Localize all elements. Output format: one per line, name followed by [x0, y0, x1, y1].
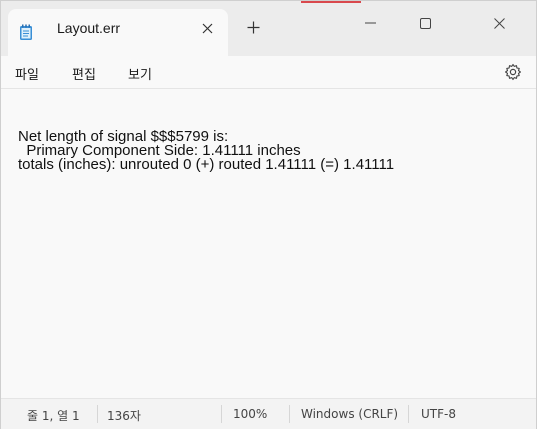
cursor-position[interactable]: 줄 1, 열 1 [27, 407, 80, 424]
tab-layout-err[interactable]: Layout.err [8, 9, 228, 56]
tab-close-icon[interactable] [197, 18, 217, 38]
notepad-icon [20, 24, 32, 40]
accent-strip [301, 1, 361, 3]
menu-file[interactable]: 파일 [15, 64, 39, 83]
minimize-icon[interactable] [358, 11, 382, 35]
editor-line: totals (inches): unrouted 0 (+) routed 1… [18, 156, 395, 173]
new-tab-plus-icon[interactable] [242, 16, 264, 38]
maximize-icon[interactable] [413, 11, 437, 35]
status-divider [289, 405, 290, 423]
menu-edit[interactable]: 편집 [72, 64, 96, 83]
title-bar[interactable]: Layout.err [1, 1, 536, 56]
gear-icon[interactable] [504, 63, 522, 81]
status-divider [97, 405, 98, 423]
status-divider [408, 405, 409, 423]
status-divider [221, 405, 222, 423]
notepad-window: Layout.err 파일 편집 보기 Net length of signal… [0, 0, 537, 429]
text-editor[interactable]: Net length of signal $$$5799 is: Primary… [1, 90, 536, 398]
menu-view[interactable]: 보기 [128, 64, 152, 83]
character-count: 136자 [107, 409, 141, 423]
menu-bar: 파일 편집 보기 [1, 56, 536, 89]
line-ending[interactable]: Windows (CRLF) [301, 407, 398, 421]
close-icon[interactable] [487, 11, 511, 35]
status-bar: 줄 1, 열 1 136자 100% Windows (CRLF) UTF-8 [1, 398, 536, 429]
tab-title: Layout.err [57, 20, 121, 36]
zoom-level[interactable]: 100% [233, 407, 267, 421]
encoding[interactable]: UTF-8 [421, 407, 456, 421]
